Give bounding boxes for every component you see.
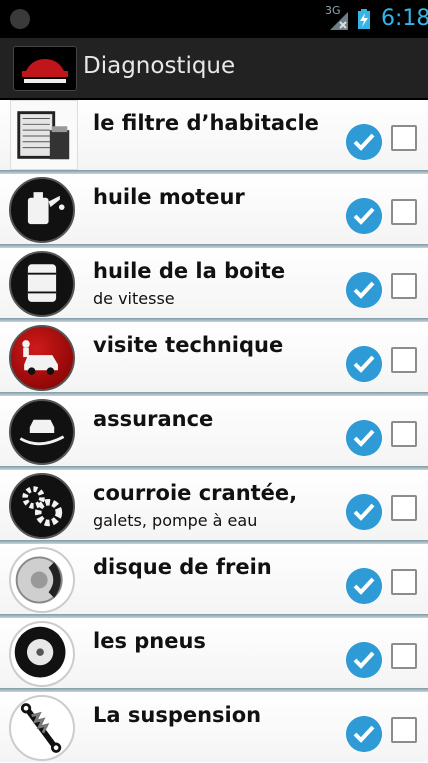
item-checkbox[interactable] <box>391 125 417 151</box>
item-checkbox[interactable] <box>391 347 417 373</box>
item-title: assurance <box>93 407 214 431</box>
car-logo-icon[interactable] <box>13 46 77 91</box>
checkmark-icon[interactable] <box>346 716 382 752</box>
item-checkbox[interactable] <box>391 495 417 521</box>
list-item-insurance[interactable]: assurance <box>0 396 428 466</box>
checkmark-icon[interactable] <box>346 568 382 604</box>
item-checkbox[interactable] <box>391 717 417 743</box>
item-subtitle: de vitesse <box>93 289 175 308</box>
status-bar: 3G 6:18 <box>0 0 428 38</box>
item-title: huile de la boite <box>93 259 286 283</box>
item-title: courroie crantée, <box>93 481 298 505</box>
list-item-technical-inspection[interactable]: visite technique <box>0 322 428 392</box>
brake-disc-icon <box>9 547 75 613</box>
list-item-cabin-filter[interactable]: le filtre d’habitacle <box>0 100 428 170</box>
item-title: le filtre d’habitacle <box>93 111 319 135</box>
page-title: Diagnostique <box>83 53 236 79</box>
item-checkbox[interactable] <box>391 643 417 669</box>
item-title: les pneus <box>93 629 206 653</box>
list-item-suspension[interactable]: La suspension <box>0 692 428 762</box>
item-title: huile moteur <box>93 185 245 209</box>
cabin-filter-icon <box>10 100 78 170</box>
list-item-engine-oil[interactable]: huile moteur <box>0 174 428 244</box>
item-checkbox[interactable] <box>391 569 417 595</box>
checkmark-icon[interactable] <box>346 272 382 308</box>
item-subtitle: galets, pompe à eau <box>93 511 258 530</box>
clock: 6:18 <box>381 6 428 31</box>
list-item-tires[interactable]: les pneus <box>0 618 428 688</box>
checkmark-icon[interactable] <box>346 198 382 234</box>
item-checkbox[interactable] <box>391 199 417 225</box>
action-bar: Diagnostique <box>0 38 428 100</box>
item-checkbox[interactable] <box>391 421 417 447</box>
item-title: visite technique <box>93 333 284 357</box>
car-inspection-icon <box>9 325 75 391</box>
gears-icon <box>9 473 75 539</box>
list-item-gearbox-oil[interactable]: huile de la boite de vitesse <box>0 248 428 318</box>
item-checkbox[interactable] <box>391 273 417 299</box>
checkmark-icon[interactable] <box>346 494 382 530</box>
tire-icon <box>9 621 75 687</box>
oil-barrel-icon <box>9 251 75 317</box>
list-item-timing-belt[interactable]: courroie crantée, galets, pompe à eau <box>0 470 428 540</box>
list-item-brake-disc[interactable]: disque de frein <box>0 544 428 614</box>
notification-icon <box>10 9 30 29</box>
item-title: La suspension <box>93 703 262 727</box>
battery-charging-icon <box>358 9 370 29</box>
item-title: disque de frein <box>93 555 272 579</box>
checkmark-icon[interactable] <box>346 346 382 382</box>
signal-icon <box>330 12 348 30</box>
oil-can-icon <box>9 177 75 243</box>
car-insurance-hand-icon <box>9 399 75 465</box>
checkmark-icon[interactable] <box>346 642 382 678</box>
checkmark-icon[interactable] <box>346 124 382 160</box>
shock-absorber-icon <box>9 695 75 761</box>
checkmark-icon[interactable] <box>346 420 382 456</box>
